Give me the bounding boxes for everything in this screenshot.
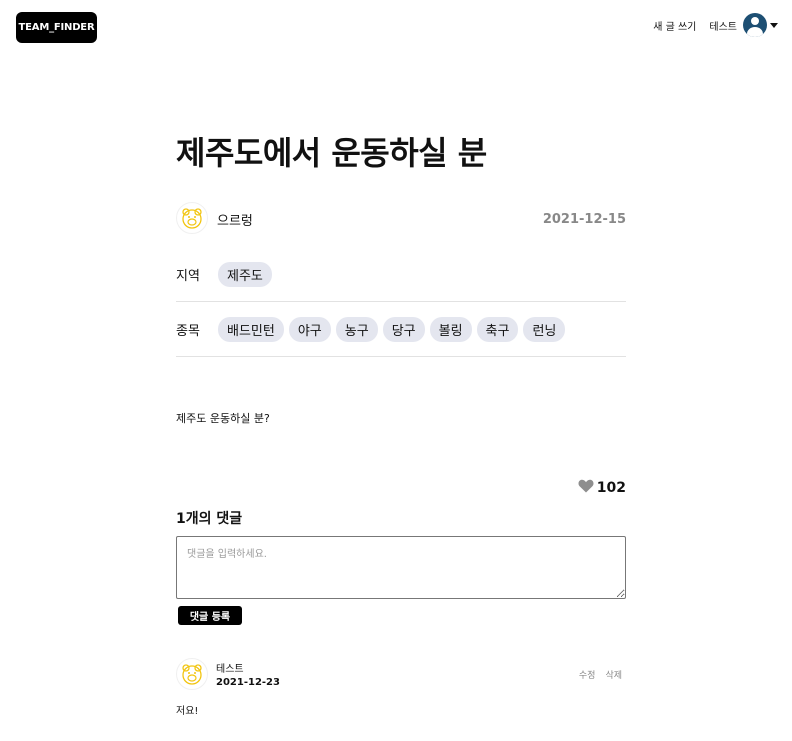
tiger-avatar-icon (176, 202, 208, 234)
sport-chip: 배드민턴 (218, 317, 284, 342)
post-date: 2021-12-15 (542, 212, 626, 227)
sport-chip: 농구 (335, 317, 378, 342)
top-header: TEAM_FINDER 새 글 쓰기 테스트 (0, 0, 792, 56)
sport-chip: 런닝 (523, 317, 566, 342)
post-content: 제주도 운동하실 분? (176, 412, 270, 425)
username-label[interactable]: 테스트 (709, 18, 737, 33)
comment-date: 2021-12-23 (216, 677, 280, 688)
edit-comment-button[interactable]: 수정 (579, 668, 596, 681)
sport-chip: 축구 (476, 317, 519, 342)
region-chip: 제주도 (218, 262, 272, 287)
sport-chip: 볼링 (429, 317, 472, 342)
sports-row: 종목 배드민턴 야구 농구 당구 볼링 축구 런닝 (176, 317, 626, 342)
delete-comment-button[interactable]: 삭제 (605, 668, 622, 681)
post-author: 으르렁 (217, 214, 253, 229)
comments-count-title: 1개의 댓글 (176, 511, 243, 527)
chevron-down-icon[interactable] (770, 22, 778, 28)
region-row: 지역 제주도 (176, 262, 626, 287)
header-nav: 새 글 쓰기 테스트 (653, 12, 778, 38)
like-count: 102 (596, 479, 626, 496)
comment-author: 테스트 (216, 664, 244, 675)
region-label: 지역 (176, 269, 200, 284)
sport-chip: 야구 (288, 317, 331, 342)
comment-item: 테스트 2021-12-23 수정 삭제 저요! (176, 658, 626, 718)
divider (176, 356, 626, 357)
comment-text: 저요! (176, 706, 199, 717)
logo[interactable]: TEAM_FINDER (16, 12, 97, 43)
write-post-link[interactable]: 새 글 쓰기 (653, 18, 696, 33)
post-title: 제주도에서 운동하실 분 (176, 134, 487, 172)
like-counter: 102 (578, 478, 626, 497)
divider (176, 301, 626, 302)
sports-label: 종목 (176, 324, 200, 339)
author-row: 으르렁 2021-12-15 (176, 202, 626, 236)
heart-icon[interactable] (578, 478, 594, 497)
tiger-avatar-icon (176, 658, 208, 690)
sport-chip: 당구 (382, 317, 425, 342)
submit-comment-button[interactable]: 댓글 등록 (178, 606, 242, 625)
user-avatar-icon[interactable] (743, 13, 767, 37)
comment-actions: 수정 삭제 (569, 668, 622, 681)
comment-input[interactable] (176, 536, 626, 599)
